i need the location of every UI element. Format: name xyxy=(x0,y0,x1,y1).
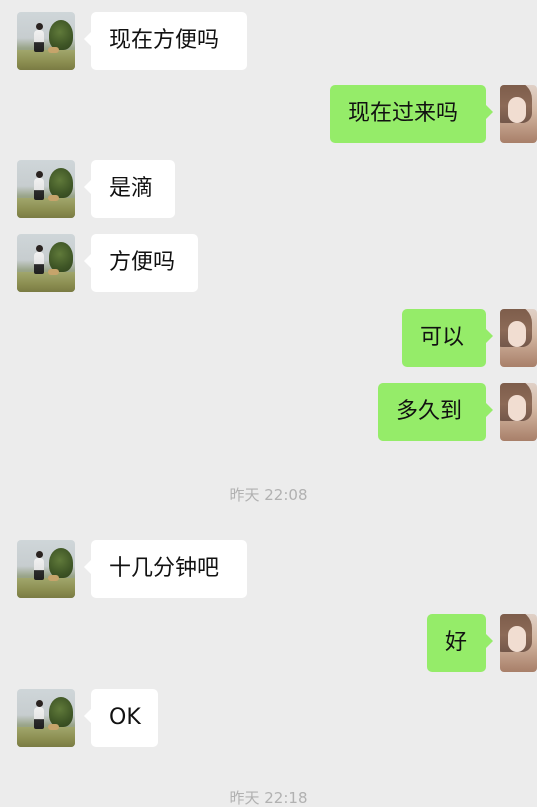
message-text: 是滴 xyxy=(109,176,154,201)
contact-avatar[interactable] xyxy=(17,160,75,218)
message-text: 多久到 xyxy=(396,399,463,424)
message-text: 可以 xyxy=(420,325,465,350)
message-bubble-incoming[interactable]: 十几分钟吧 xyxy=(84,540,247,598)
tree-graphic xyxy=(49,242,73,272)
self-avatar[interactable] xyxy=(500,614,537,672)
message-text: 现在方便吗 xyxy=(109,28,220,53)
person-graphic xyxy=(34,558,44,580)
person-graphic xyxy=(34,178,44,200)
message-bubble-outgoing[interactable]: 现在过来吗 xyxy=(330,85,493,143)
hill-graphic xyxy=(17,272,75,292)
person-head-graphic xyxy=(36,245,43,252)
tree-graphic xyxy=(49,697,73,727)
contact-avatar[interactable] xyxy=(17,689,75,747)
face-graphic xyxy=(508,626,526,652)
message-text: OK xyxy=(109,705,141,730)
contact-avatar[interactable] xyxy=(17,12,75,70)
message-text: 方便吗 xyxy=(109,250,176,275)
chat-timestamp: 昨天 22:08 xyxy=(229,486,308,504)
hill-graphic xyxy=(17,198,75,218)
self-avatar[interactable] xyxy=(500,383,537,441)
person-head-graphic xyxy=(36,171,43,178)
tree-graphic xyxy=(49,548,73,578)
person-graphic xyxy=(34,252,44,274)
contact-avatar[interactable] xyxy=(17,234,75,292)
chat-timestamp: 昨天 22:18 xyxy=(229,789,308,807)
person-head-graphic xyxy=(36,551,43,558)
face-graphic xyxy=(508,395,526,421)
message-bubble-outgoing[interactable]: 多久到 xyxy=(378,383,493,441)
dog-graphic xyxy=(48,575,59,581)
face-graphic xyxy=(508,97,526,123)
contact-avatar[interactable] xyxy=(17,540,75,598)
person-head-graphic xyxy=(36,23,43,30)
dog-graphic xyxy=(48,47,59,53)
message-text: 现在过来吗 xyxy=(348,101,459,126)
person-head-graphic xyxy=(36,700,43,707)
message-text: 十几分钟吧 xyxy=(109,556,220,581)
message-bubble-incoming[interactable]: 是滴 xyxy=(84,160,175,218)
person-graphic xyxy=(34,30,44,52)
dog-graphic xyxy=(48,195,59,201)
message-text: 好 xyxy=(445,630,468,655)
hill-graphic xyxy=(17,578,75,598)
message-bubble-outgoing[interactable]: 好 xyxy=(427,614,493,672)
dog-graphic xyxy=(48,724,59,730)
person-graphic xyxy=(34,707,44,729)
message-bubble-incoming[interactable]: OK xyxy=(84,689,158,747)
tree-graphic xyxy=(49,168,73,198)
dog-graphic xyxy=(48,269,59,275)
hill-graphic xyxy=(17,727,75,747)
message-bubble-incoming[interactable]: 方便吗 xyxy=(84,234,198,292)
message-bubble-incoming[interactable]: 现在方便吗 xyxy=(84,12,247,70)
self-avatar[interactable] xyxy=(500,85,537,143)
message-bubble-outgoing[interactable]: 可以 xyxy=(402,309,493,367)
hill-graphic xyxy=(17,50,75,70)
face-graphic xyxy=(508,321,526,347)
tree-graphic xyxy=(49,20,73,50)
self-avatar[interactable] xyxy=(500,309,537,367)
